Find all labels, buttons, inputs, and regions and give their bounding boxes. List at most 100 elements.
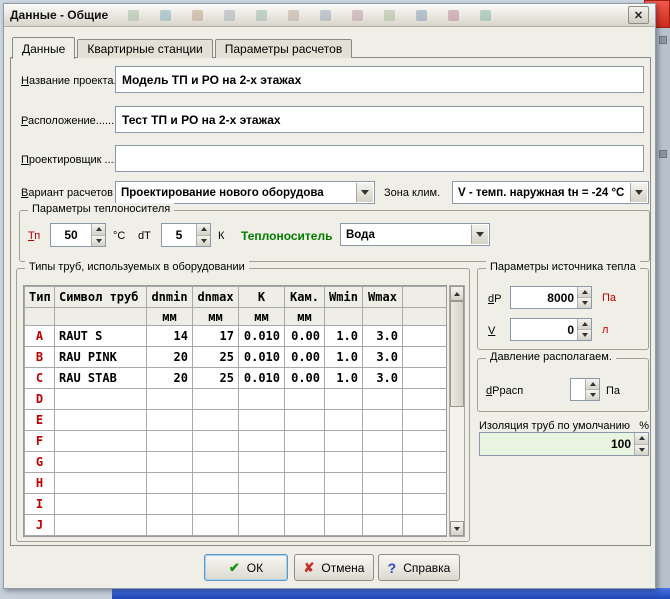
- table-row[interactable]: H: [25, 473, 447, 494]
- pipe-cell[interactable]: [193, 515, 239, 536]
- insulation-input[interactable]: [480, 433, 634, 455]
- scroll-up-button[interactable]: [450, 286, 464, 301]
- pipe-cell[interactable]: [325, 473, 363, 494]
- col-header[interactable]: Символ труб: [55, 287, 147, 308]
- col-header[interactable]: K: [239, 287, 285, 308]
- pipe-cell[interactable]: [55, 389, 147, 410]
- pipe-type-cell[interactable]: C: [25, 368, 55, 389]
- tp-spin-down[interactable]: [92, 236, 105, 247]
- pipe-cell[interactable]: [285, 494, 325, 515]
- pipe-cell[interactable]: 25: [193, 368, 239, 389]
- pipe-cell[interactable]: [55, 452, 147, 473]
- pipe-cell[interactable]: [325, 452, 363, 473]
- pipe-cell[interactable]: [147, 389, 193, 410]
- pipe-cell[interactable]: [55, 515, 147, 536]
- pipe-cell[interactable]: [363, 494, 403, 515]
- table-row[interactable]: F: [25, 431, 447, 452]
- pipe-cell[interactable]: 3.0: [363, 368, 403, 389]
- pipe-cell[interactable]: [147, 473, 193, 494]
- scroll-down-button[interactable]: [450, 521, 464, 536]
- pipe-cell[interactable]: [325, 494, 363, 515]
- dp-input[interactable]: [511, 287, 577, 308]
- location-input[interactable]: [115, 106, 644, 133]
- pipe-cell[interactable]: [147, 410, 193, 431]
- pipe-cell[interactable]: [363, 389, 403, 410]
- pipe-cell[interactable]: [193, 473, 239, 494]
- pipe-type-cell[interactable]: H: [25, 473, 55, 494]
- pipe-cell[interactable]: 0.00: [285, 326, 325, 347]
- pipe-cell[interactable]: [325, 410, 363, 431]
- pipe-cell[interactable]: [147, 515, 193, 536]
- volume-spin-down[interactable]: [578, 330, 591, 340]
- table-row[interactable]: BRAU PINK20250.0100.001.03.0: [25, 347, 447, 368]
- ok-button[interactable]: ✔ ОК: [204, 554, 288, 581]
- pipe-cell[interactable]: [239, 473, 285, 494]
- pipe-type-cell[interactable]: B: [25, 347, 55, 368]
- pipe-cell[interactable]: [239, 410, 285, 431]
- pipe-cell[interactable]: 1.0: [325, 368, 363, 389]
- tab-dannye[interactable]: Данные: [12, 37, 75, 59]
- pipe-cell[interactable]: [363, 431, 403, 452]
- pipe-cell[interactable]: [363, 473, 403, 494]
- tab-parametry-raschetov[interactable]: Параметры расчетов: [215, 39, 352, 58]
- pipe-type-cell[interactable]: E: [25, 410, 55, 431]
- table-row[interactable]: ARAUT S14170.0100.001.03.0: [25, 326, 447, 347]
- pipe-cell[interactable]: 1.0: [325, 326, 363, 347]
- pipe-cell[interactable]: [285, 410, 325, 431]
- scrollbar-thumb[interactable]: [450, 301, 464, 407]
- col-header[interactable]: Wmax: [363, 287, 403, 308]
- dp-rasp-spin-down[interactable]: [586, 390, 599, 400]
- col-header[interactable]: dnmin: [147, 287, 193, 308]
- pipe-cell[interactable]: [285, 515, 325, 536]
- pipe-cell[interactable]: 20: [147, 347, 193, 368]
- volume-input[interactable]: [511, 319, 577, 340]
- table-row[interactable]: I: [25, 494, 447, 515]
- pipe-cell[interactable]: 0.00: [285, 368, 325, 389]
- dt-spin-down[interactable]: [197, 236, 210, 247]
- pipe-cell[interactable]: [55, 473, 147, 494]
- col-header[interactable]: Wmin: [325, 287, 363, 308]
- pipe-cell[interactable]: [193, 431, 239, 452]
- pipe-cell[interactable]: 0.010: [239, 326, 285, 347]
- pipe-cell[interactable]: [193, 494, 239, 515]
- table-row[interactable]: CRAU STAB20250.0100.001.03.0: [25, 368, 447, 389]
- calc-variant-combobox[interactable]: Проектирование нового оборудова: [115, 181, 375, 204]
- pipe-cell[interactable]: [55, 410, 147, 431]
- insulation-spin-down[interactable]: [635, 445, 648, 456]
- pipe-cell[interactable]: RAUT S: [55, 326, 147, 347]
- pipe-cell[interactable]: [55, 431, 147, 452]
- titlebar[interactable]: Данные - Общие ✕: [4, 4, 655, 27]
- dt-input[interactable]: [162, 224, 196, 246]
- insulation-spin-up[interactable]: [635, 433, 648, 445]
- pipe-cell[interactable]: [285, 389, 325, 410]
- pipe-cell[interactable]: RAU PINK: [55, 347, 147, 368]
- pipe-cell[interactable]: 0.00: [285, 347, 325, 368]
- pipe-cell[interactable]: [55, 494, 147, 515]
- pipe-cell[interactable]: RAU STAB: [55, 368, 147, 389]
- pipe-cell[interactable]: [193, 389, 239, 410]
- pipe-cell[interactable]: 17: [193, 326, 239, 347]
- table-row[interactable]: D: [25, 389, 447, 410]
- volume-spin-up[interactable]: [578, 319, 591, 330]
- pipe-cell[interactable]: [239, 431, 285, 452]
- pipe-cell[interactable]: [239, 452, 285, 473]
- pipe-cell[interactable]: [363, 452, 403, 473]
- pipe-cell[interactable]: [363, 410, 403, 431]
- pipe-cell[interactable]: 0.010: [239, 368, 285, 389]
- table-row[interactable]: J: [25, 515, 447, 536]
- coolant-medium-combobox[interactable]: Вода: [340, 223, 490, 246]
- pipe-cell[interactable]: 3.0: [363, 347, 403, 368]
- pipe-cell[interactable]: [285, 473, 325, 494]
- pipe-type-cell[interactable]: F: [25, 431, 55, 452]
- dp-spin-up[interactable]: [578, 287, 591, 298]
- dropdown-button[interactable]: [356, 183, 373, 202]
- pipe-cell[interactable]: [285, 431, 325, 452]
- pipe-type-cell[interactable]: G: [25, 452, 55, 473]
- col-header[interactable]: Кам.: [285, 287, 325, 308]
- pipe-cell[interactable]: [285, 452, 325, 473]
- pipe-cell[interactable]: 1.0: [325, 347, 363, 368]
- dropdown-button[interactable]: [471, 225, 488, 244]
- pipe-cell[interactable]: [193, 410, 239, 431]
- pipe-cell[interactable]: [147, 431, 193, 452]
- table-row[interactable]: G: [25, 452, 447, 473]
